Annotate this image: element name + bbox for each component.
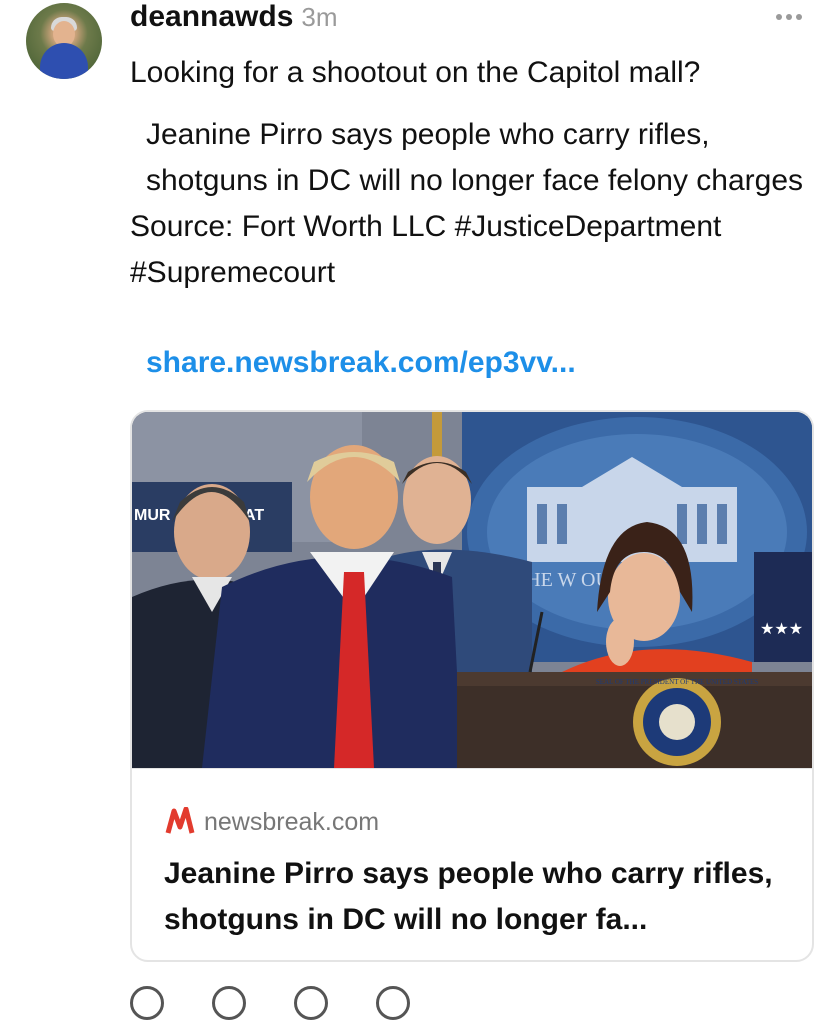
link-preview-image[interactable]: MUR AT THE W OUSE ★★★ SEAL OF THE PRESID…	[132, 412, 812, 768]
post-link[interactable]: share.newsbreak.com/ep3vv...	[146, 346, 576, 380]
post-action-bar	[130, 986, 490, 1020]
avatar[interactable]	[26, 3, 102, 79]
newsbreak-logo-icon	[165, 807, 195, 834]
press-briefing-photo: MUR AT THE W OUSE ★★★ SEAL OF THE PRESID…	[132, 412, 812, 768]
repost-icon[interactable]	[294, 986, 328, 1020]
svg-text:★★★: ★★★	[760, 619, 803, 638]
timestamp: 3m	[301, 2, 338, 32]
post-body: Looking for a shootout on the Capitol ma…	[130, 50, 820, 296]
link-preview-title[interactable]: Jeanine Pirro says people who carry rifl…	[164, 851, 794, 943]
source-domain: newsbreak.com	[204, 807, 380, 836]
avatar-body	[40, 43, 88, 79]
sign-text-left: MUR	[134, 507, 171, 524]
post-text-line: Looking for a shootout on the Capitol ma…	[130, 56, 701, 89]
username[interactable]: deannawds	[130, 0, 293, 34]
post-header: deannawds 3m	[130, 0, 338, 40]
like-icon[interactable]	[130, 986, 164, 1020]
link-source: newsbreak.com	[164, 807, 379, 837]
link-preview-card[interactable]: MUR AT THE W OUSE ★★★ SEAL OF THE PRESID…	[130, 410, 814, 962]
link-preview-footer: newsbreak.com Jeanine Pirro says people …	[132, 768, 812, 960]
more-horizontal-icon[interactable]	[772, 2, 806, 32]
reply-icon[interactable]	[212, 986, 246, 1020]
post-text-line: Jeanine Pirro says people who carry rifl…	[146, 118, 804, 197]
share-icon[interactable]	[376, 986, 410, 1020]
seal-text: SEAL OF THE PRESIDENT OF THE UNITED STAT…	[596, 678, 758, 686]
post-text-line: Source: Fort Worth LLC #JusticeDepartmen…	[130, 210, 722, 289]
